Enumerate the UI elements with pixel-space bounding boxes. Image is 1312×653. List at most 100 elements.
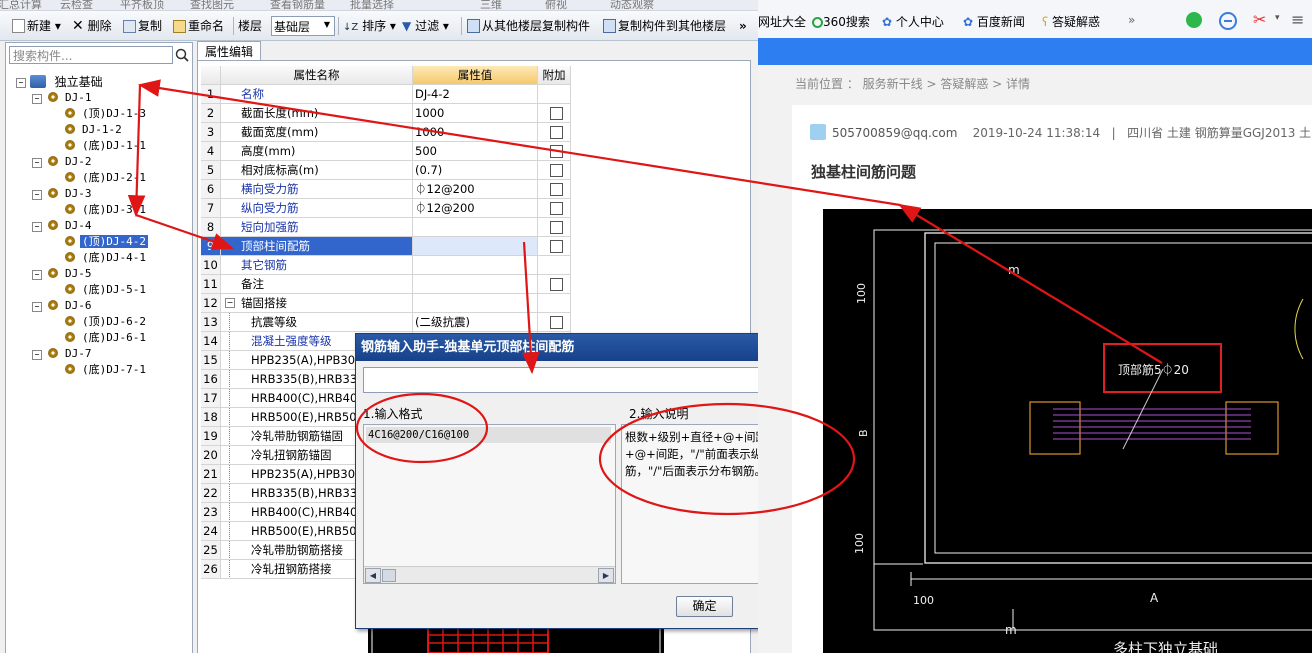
property-value[interactable]: ⏀12@200 bbox=[413, 199, 538, 218]
property-value[interactable] bbox=[413, 218, 538, 237]
extra-checkbox[interactable] bbox=[550, 183, 563, 196]
tree-node[interactable]: − DJ-3 bbox=[32, 186, 94, 202]
property-row[interactable]: 13 抗震等级 (二级抗震) bbox=[201, 313, 571, 332]
bookmark-url-directory[interactable]: 网址大全 bbox=[758, 13, 806, 30]
tree-node[interactable]: − DJ-5 bbox=[32, 266, 94, 282]
author[interactable]: 505700859@qq.com bbox=[832, 126, 957, 140]
menu-item[interactable]: 查看钢筋量 bbox=[270, 0, 325, 10]
tree-node[interactable]: (底)DJ-3-1 bbox=[65, 202, 148, 218]
chevron-down-icon[interactable]: ▾ bbox=[1275, 13, 1280, 23]
extra-checkbox[interactable] bbox=[550, 164, 563, 177]
tree-node[interactable]: (底)DJ-6-1 bbox=[65, 330, 148, 346]
property-row[interactable]: 2 截面长度(mm) 1000 bbox=[201, 104, 571, 123]
property-row[interactable]: 12− 锚固搭接 bbox=[201, 294, 571, 313]
extra-checkbox[interactable] bbox=[550, 278, 563, 291]
extra-checkbox[interactable] bbox=[550, 316, 563, 329]
collapse-icon[interactable]: − bbox=[32, 158, 42, 168]
property-value[interactable] bbox=[413, 237, 538, 256]
collapse-icon[interactable]: − bbox=[32, 190, 42, 200]
menu-item[interactable]: 平齐板顶 bbox=[120, 0, 164, 10]
bookmark-baidu-news[interactable]: ✿ 百度新闻 bbox=[963, 13, 1025, 30]
extra-checkbox[interactable] bbox=[550, 240, 563, 253]
extra-checkbox[interactable] bbox=[550, 107, 563, 120]
tree-node[interactable]: − DJ-1 bbox=[32, 90, 94, 106]
tree-node[interactable]: − DJ-2 bbox=[32, 154, 94, 170]
shield-icon[interactable] bbox=[1186, 12, 1202, 28]
bookmark-360-search[interactable]: 360搜索 bbox=[812, 13, 870, 30]
bookmark-qa[interactable]: ʕ 答疑解惑 bbox=[1042, 13, 1100, 30]
property-value[interactable] bbox=[413, 294, 538, 313]
tab-property-edit[interactable]: 属性编辑 bbox=[197, 41, 261, 62]
tree-node[interactable]: (顶)DJ-6-2 bbox=[65, 314, 148, 330]
property-row[interactable]: 7 纵向受力筋 ⏀12@200 bbox=[201, 199, 571, 218]
property-row[interactable]: 1 名称 DJ-4-2 bbox=[201, 85, 571, 104]
property-value[interactable]: ⏀12@200 bbox=[413, 180, 538, 199]
bookmark-personal-center[interactable]: ✿ 个人中心 bbox=[882, 13, 944, 30]
ok-button[interactable]: 确定 bbox=[676, 596, 733, 617]
minus-circle-icon[interactable] bbox=[1219, 12, 1237, 30]
format-list-item[interactable]: 4C16@200/C16@100 bbox=[366, 427, 611, 443]
menu-item[interactable]: 汇总计算 bbox=[0, 0, 42, 10]
property-row[interactable]: 8 短向加强筋 bbox=[201, 218, 571, 237]
menu-item[interactable]: 查找图元 bbox=[190, 0, 234, 10]
tree-root[interactable]: − 独立基础 bbox=[16, 74, 105, 90]
tree-node[interactable]: (底)DJ-5-1 bbox=[65, 282, 148, 298]
menu-item[interactable]: 动态观察 bbox=[610, 0, 654, 10]
property-value[interactable] bbox=[413, 256, 538, 275]
collapse-icon[interactable]: − bbox=[32, 94, 42, 104]
menu-item[interactable]: 批量选择 bbox=[350, 0, 394, 10]
filter-button[interactable]: ▼ 过滤 ▾ bbox=[402, 17, 449, 35]
tree-node[interactable]: − DJ-7 bbox=[32, 346, 94, 362]
extra-checkbox[interactable] bbox=[550, 126, 563, 139]
tree-node[interactable]: (底)DJ-4-1 bbox=[65, 250, 148, 266]
tree-node[interactable]: − DJ-6 bbox=[32, 298, 94, 314]
scroll-right-icon[interactable]: ▶ bbox=[598, 568, 614, 583]
copy-to-floor-button[interactable]: 复制构件到其他楼层 bbox=[603, 17, 726, 35]
tree-node[interactable]: (底)DJ-7-1 bbox=[65, 362, 148, 378]
property-row[interactable]: 10 其它钢筋 bbox=[201, 256, 571, 275]
copy-button[interactable]: 复制 bbox=[123, 17, 162, 35]
property-value[interactable]: DJ-4-2 bbox=[413, 85, 538, 104]
extra-checkbox[interactable] bbox=[550, 202, 563, 215]
floor-select[interactable]: 基础层 ▼ bbox=[271, 16, 335, 36]
property-row[interactable]: 4 高度(mm) 500 bbox=[201, 142, 571, 161]
tree-node[interactable]: − DJ-4 bbox=[32, 218, 94, 234]
property-value[interactable] bbox=[413, 275, 538, 294]
horizontal-scrollbar[interactable]: ◀ ▶ bbox=[364, 566, 615, 583]
sort-button[interactable]: ↓Z 排序 ▾ bbox=[343, 17, 396, 35]
scroll-left-icon[interactable]: ◀ bbox=[365, 568, 381, 583]
bookmark-overflow[interactable]: » bbox=[1128, 13, 1135, 27]
property-row[interactable]: 6 横向受力筋 ⏀12@200 bbox=[201, 180, 571, 199]
property-value[interactable]: 1000 bbox=[413, 123, 538, 142]
delete-button[interactable]: ✕ 删除 bbox=[72, 17, 112, 35]
property-row[interactable]: 9 顶部柱间配筋 bbox=[201, 237, 571, 256]
collapse-icon[interactable]: − bbox=[32, 350, 42, 360]
menu-item[interactable]: 三维 bbox=[480, 0, 502, 10]
property-value[interactable]: 500 bbox=[413, 142, 538, 161]
menu-item[interactable]: 俯视 bbox=[545, 0, 567, 10]
extra-checkbox[interactable] bbox=[550, 221, 563, 234]
tree-node[interactable]: (底)DJ-1-1 bbox=[65, 138, 148, 154]
collapse-icon[interactable]: − bbox=[16, 78, 26, 88]
property-value[interactable]: (二级抗震) bbox=[413, 313, 538, 332]
property-row[interactable]: 3 截面宽度(mm) 1000 bbox=[201, 123, 571, 142]
tree-node[interactable]: DJ-1-2 bbox=[65, 122, 124, 138]
property-row[interactable]: 5 相对底标高(m) (0.7) bbox=[201, 161, 571, 180]
collapse-icon[interactable]: − bbox=[32, 302, 42, 312]
scroll-thumb[interactable] bbox=[382, 569, 396, 582]
format-list[interactable]: 4C16@200/C16@100 ◀ ▶ bbox=[363, 424, 616, 584]
property-value[interactable]: 1000 bbox=[413, 104, 538, 123]
collapse-icon[interactable]: − bbox=[32, 270, 42, 280]
tree-node[interactable]: (顶)DJ-1-3 bbox=[65, 106, 148, 122]
copy-from-floor-button[interactable]: 从其他楼层复制构件 bbox=[467, 17, 590, 35]
scissors-icon[interactable]: ✂ bbox=[1253, 10, 1266, 29]
property-row[interactable]: 11 备注 bbox=[201, 275, 571, 294]
collapse-icon[interactable]: − bbox=[225, 298, 235, 308]
property-value[interactable]: (0.7) bbox=[413, 161, 538, 180]
tree-node[interactable]: (顶)DJ-4-2 bbox=[65, 234, 148, 250]
tree-node[interactable]: (底)DJ-2-1 bbox=[65, 170, 148, 186]
collapse-icon[interactable]: − bbox=[32, 222, 42, 232]
menu-item[interactable]: 云检查 bbox=[60, 0, 93, 10]
toolbar-overflow-button[interactable]: » bbox=[739, 17, 747, 35]
new-button[interactable]: 新建 ▾ bbox=[12, 17, 61, 35]
